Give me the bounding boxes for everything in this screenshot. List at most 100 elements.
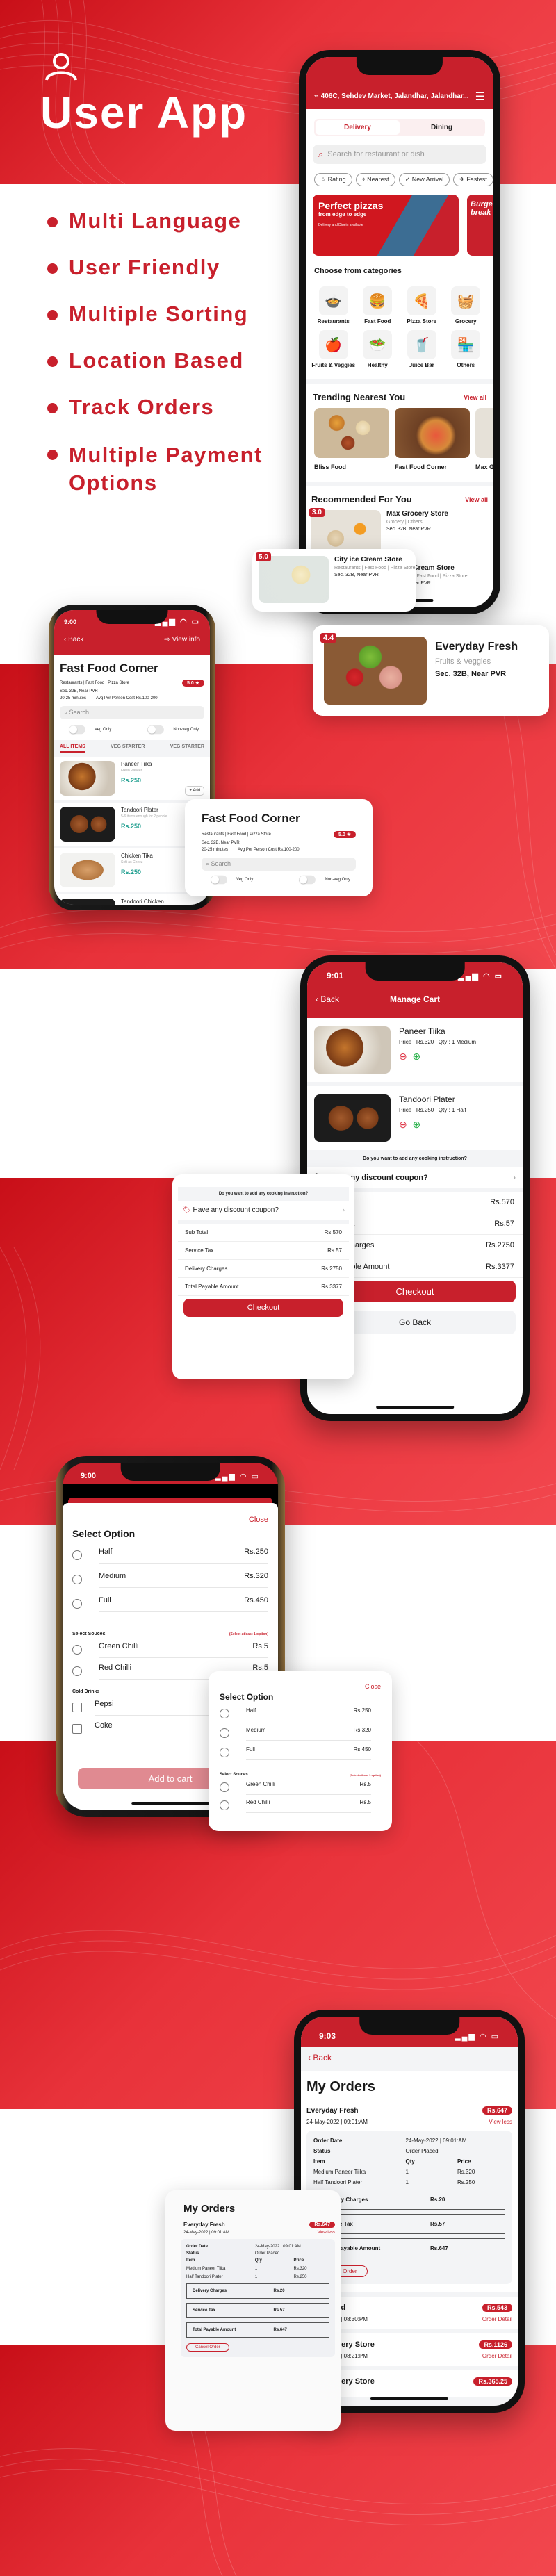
close-button[interactable]: Close — [365, 1683, 381, 1690]
veg-only-toggle[interactable] — [69, 725, 85, 735]
tab-dining[interactable]: Dining — [400, 120, 484, 135]
nonveg-only-toggle[interactable] — [147, 725, 165, 735]
add-item-button[interactable]: + Add — [185, 786, 204, 796]
category-item[interactable]: 🧺 Grocery — [444, 286, 489, 325]
option-row[interactable]: Medium Rs.320 — [72, 1570, 278, 1588]
category-icon: 🧺 — [451, 286, 481, 315]
filter-rating[interactable]: ☆ Rating — [314, 173, 352, 186]
category-icon: 🍲 — [318, 286, 348, 315]
decrease-qty-button[interactable]: ⊖ — [399, 1119, 407, 1130]
radio-button[interactable] — [72, 1598, 82, 1609]
rating-badge: 3.0 — [309, 508, 325, 517]
option-row[interactable]: Red Chilli Rs.5 — [220, 1798, 381, 1813]
order-detail-link[interactable]: Order Detail — [482, 2316, 512, 2322]
option-row[interactable]: Full Rs.450 — [220, 1745, 381, 1760]
trending-item[interactable]: Max Grocery Store — [475, 408, 493, 470]
decrease-qty-button[interactable]: ⊖ — [399, 1051, 407, 1062]
category-item[interactable]: 🍔 Fast Food — [356, 286, 400, 325]
feature-item: Multi Language — [47, 208, 241, 233]
notch — [356, 57, 443, 75]
radio-button[interactable] — [220, 1782, 229, 1792]
increase-qty-button[interactable]: ⊕ — [413, 1119, 421, 1130]
float-card-everyday-fresh[interactable]: 4.4 Everyday Fresh Fruits & Veggies Sec.… — [313, 625, 549, 716]
radio-button[interactable] — [220, 1748, 229, 1757]
category-item[interactable]: 🍲 Restaurants — [311, 286, 356, 325]
status-time: 9:00 — [64, 618, 77, 625]
cancel-order-button[interactable]: Cancel Order — [186, 2343, 229, 2352]
status-icons: ▂▄▆ ◠ ▭ — [455, 2032, 500, 2041]
cart-item: Tandoori Plater Price : Rs.250 | Qty : 1… — [307, 1086, 523, 1150]
filter-new-arrival[interactable]: ✓ New Arrival — [398, 173, 450, 186]
view-less-link[interactable]: View less — [489, 2119, 512, 2125]
status-time: 9:01 — [327, 971, 344, 981]
option-row[interactable]: Green Chilli Rs.5 — [220, 1780, 381, 1795]
home-indicator — [376, 1406, 454, 1409]
order-line: Half Tandoori Plater 1 Rs.250 — [186, 2275, 307, 2279]
float-card-icecream[interactable]: 5.0 City ice Cream Store Restaurants | F… — [252, 549, 416, 612]
options-title: Select Option — [72, 1528, 136, 1539]
menu-search-input[interactable]: ⌕ Search — [60, 706, 204, 719]
option-row[interactable]: Half Rs.250 — [72, 1546, 278, 1564]
category-item[interactable]: 🏪 Others — [444, 330, 489, 368]
home-phone: ⌖ 406C, Sehdev Market, Jalandhar, Jaland… — [299, 50, 500, 614]
menu-icon[interactable]: ☰ — [475, 90, 485, 104]
category-item[interactable]: 🍕 Pizza Store — [400, 286, 444, 325]
view-info-button[interactable]: ⇨ View info — [164, 636, 200, 643]
option-row[interactable]: Green Chilli Rs.5 — [72, 1641, 278, 1658]
option-row[interactable]: Half Rs.250 — [220, 1706, 381, 1721]
option-row[interactable]: Medium Rs.320 — [220, 1725, 381, 1741]
radio-button[interactable] — [72, 1574, 82, 1584]
feature-item: Location Based — [47, 348, 244, 373]
promo-banner-next[interactable]: Burger break — [467, 195, 493, 256]
menu-item: Paneer Tiika Fresh Paneer Rs.250 + Add — [54, 757, 210, 803]
back-button[interactable]: ‹ Back — [64, 636, 83, 643]
tab-veg-starter-2[interactable]: VEG STARTER — [170, 744, 204, 753]
radio-button[interactable] — [72, 1550, 82, 1560]
checkout-button[interactable]: Checkout — [183, 1299, 343, 1317]
trending-item[interactable]: Bliss Food — [314, 408, 389, 470]
option-row[interactable]: Full Rs.450 — [72, 1595, 278, 1612]
feature-item: User Friendly — [47, 255, 220, 280]
tab-all-items[interactable]: ALL ITEMS — [60, 744, 85, 753]
tab-veg-starter[interactable]: VEG STARTER — [111, 744, 145, 753]
summary-row: Total Payable AmountRs.3377 — [178, 1278, 349, 1296]
promo-banner[interactable]: Perfect pizzas from edge to edge Deliver… — [313, 195, 459, 256]
tab-delivery[interactable]: Delivery — [316, 120, 400, 135]
back-button[interactable]: ‹ Back — [301, 2047, 518, 2071]
order-detail-link[interactable]: Order Detail — [482, 2353, 512, 2359]
view-all-recommended[interactable]: View all — [465, 496, 488, 503]
home-indicator — [370, 2397, 449, 2400]
coupon-row[interactable]: 🏷 Have any discount coupon?› — [178, 1201, 349, 1224]
radio-button[interactable] — [72, 1644, 82, 1655]
back-button[interactable]: ‹ Back — [316, 994, 339, 1004]
radio-button[interactable] — [220, 1800, 229, 1810]
checkbox[interactable] — [72, 1723, 82, 1734]
menu-search-input[interactable]: ⌕ Search — [202, 858, 356, 871]
radio-button[interactable] — [72, 1666, 82, 1676]
cooking-instruction-link[interactable]: Do you want to add any cooking instructi… — [307, 1150, 523, 1167]
charge-row: Total Payable Amount Rs.647 — [313, 2238, 505, 2258]
home-indicator — [131, 1802, 209, 1805]
filter-fastest[interactable]: ✈ Fastest — [453, 173, 493, 186]
address-selector[interactable]: 406C, Sehdev Market, Jalandhar, Jalandha… — [321, 92, 470, 100]
view-all-trending[interactable]: View all — [464, 394, 486, 401]
radio-button[interactable] — [220, 1728, 229, 1738]
search-input[interactable]: ⌕ Search for restaurant or dish — [313, 145, 486, 164]
order-amount-badge: Rs.365.25 — [473, 2377, 512, 2386]
nonveg-only-toggle[interactable] — [299, 875, 316, 885]
trending-item[interactable]: Fast Food Corner — [395, 408, 470, 470]
category-icon: 🍔 — [363, 286, 393, 315]
category-item[interactable]: 🥤 Juice Bar — [400, 330, 444, 368]
category-item[interactable]: 🍎 Fruits & Veggies — [311, 330, 356, 368]
category-item[interactable]: 🥗 Healthy — [356, 330, 400, 368]
veg-only-toggle[interactable] — [211, 875, 227, 885]
coupon-icon: 🏷 — [182, 1206, 191, 1214]
increase-qty-button[interactable]: ⊕ — [413, 1051, 421, 1062]
category-icon: 🥤 — [407, 330, 436, 359]
radio-button[interactable] — [220, 1709, 229, 1718]
order-amount-badge: Rs.647 — [482, 2106, 512, 2115]
checkbox[interactable] — [72, 1702, 82, 1712]
feature-item: Track Orders — [47, 395, 214, 420]
filter-nearest[interactable]: ⌖ Nearest — [355, 173, 395, 186]
close-button[interactable]: Close — [249, 1516, 268, 1524]
